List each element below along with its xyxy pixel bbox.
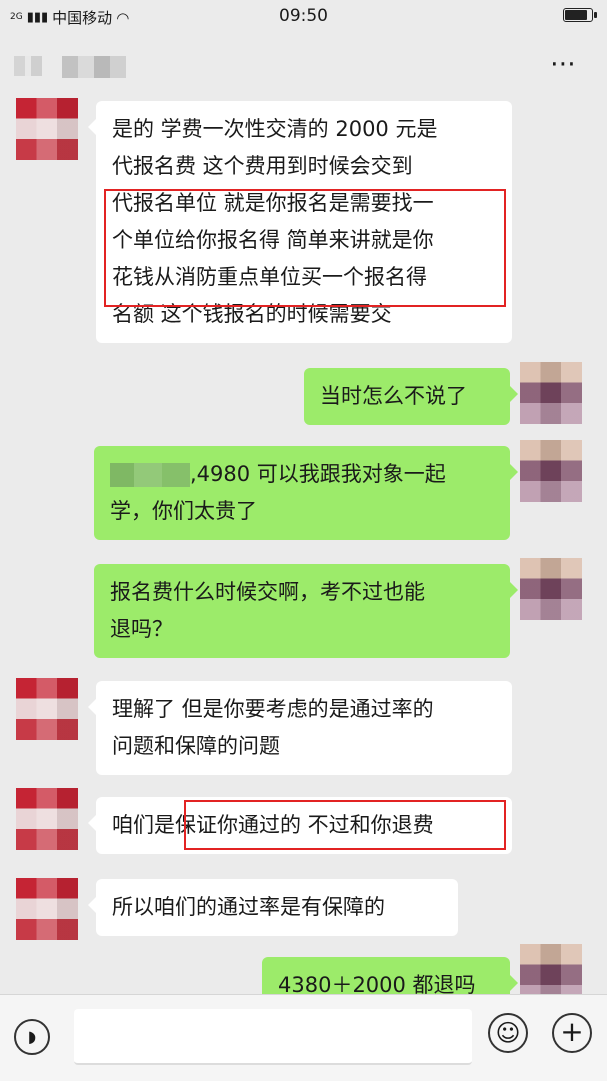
message-line: 咱们是保证你通过的 不过和你退费 — [112, 813, 434, 837]
message-line: 当时怎么不说了 — [320, 384, 467, 408]
plus-icon[interactable]: + — [552, 1013, 592, 1053]
message-bubble: ,4980 可以我跟我对象一起 学，你们太贵了 — [94, 446, 518, 540]
message-bubble: 当时怎么不说了 — [304, 368, 518, 425]
message-line: 花钱从消防重点单位买一个报名得 — [112, 265, 427, 289]
status-bar: 2G ▮▮▮ 中国移动 ◠ 09:50 — [0, 0, 607, 34]
message-line: 理解了 但是你要考虑的是通过率的 — [112, 697, 434, 721]
message-bubble: 咱们是保证你通过的 不过和你退费 — [88, 797, 512, 854]
message-line: 问题和保障的问题 — [112, 734, 280, 758]
redacted-name — [110, 463, 190, 487]
message-line: 个单位给你报名得 简单来讲就是你 — [112, 228, 434, 252]
emoji-icon[interactable]: ☺ — [488, 1013, 528, 1053]
message-line: 名额 这个钱报名的时候需要交 — [112, 302, 392, 326]
my-avatar[interactable] — [520, 440, 582, 502]
voice-icon[interactable]: ◗ — [14, 1019, 50, 1055]
message-bubble: 所以咱们的通过率是有保障的 — [88, 879, 458, 936]
message-line: 代报名费 这个费用到时候会交到 — [112, 154, 413, 178]
message-line: 代报名单位 就是你报名是需要找一 — [112, 191, 434, 215]
contact-avatar[interactable] — [16, 678, 78, 740]
my-avatar[interactable] — [520, 558, 582, 620]
message-line: 是的 学费一次性交清的 2000 元是 — [112, 117, 438, 141]
message-line: ,4980 可以我跟我对象一起 — [110, 456, 494, 493]
status-time: 09:50 — [279, 6, 328, 26]
contact-avatar[interactable] — [16, 788, 78, 850]
message-bubble: 是的 学费一次性交清的 2000 元是 代报名费 这个费用到时候会交到 代报名单… — [88, 101, 512, 343]
contact-avatar[interactable] — [16, 878, 78, 940]
chat-header: ⋯ — [0, 34, 607, 100]
message-input[interactable] — [74, 1009, 472, 1065]
message-text: ,4980 可以我跟我对象一起 — [190, 462, 446, 486]
message-line: 所以咱们的通过率是有保障的 — [112, 895, 385, 919]
back-button-redacted[interactable] — [14, 56, 42, 76]
message-bubble: 理解了 但是你要考虑的是通过率的 问题和保障的问题 — [88, 681, 512, 775]
more-options-icon[interactable]: ⋯ — [550, 51, 577, 77]
message-bubble: 报名费什么时候交啊，考不过也能 退吗？ — [94, 564, 518, 658]
message-line: 学，你们太贵了 — [110, 499, 257, 523]
chat-title-redacted — [62, 56, 126, 78]
my-avatar[interactable] — [520, 362, 582, 424]
message-line: 退吗？ — [110, 617, 173, 641]
contact-avatar[interactable] — [16, 98, 78, 160]
battery-icon — [563, 8, 597, 22]
message-line: 报名费什么时候交啊，考不过也能 — [110, 580, 425, 604]
chat-input-bar: ◗ ☺ + — [0, 994, 607, 1081]
